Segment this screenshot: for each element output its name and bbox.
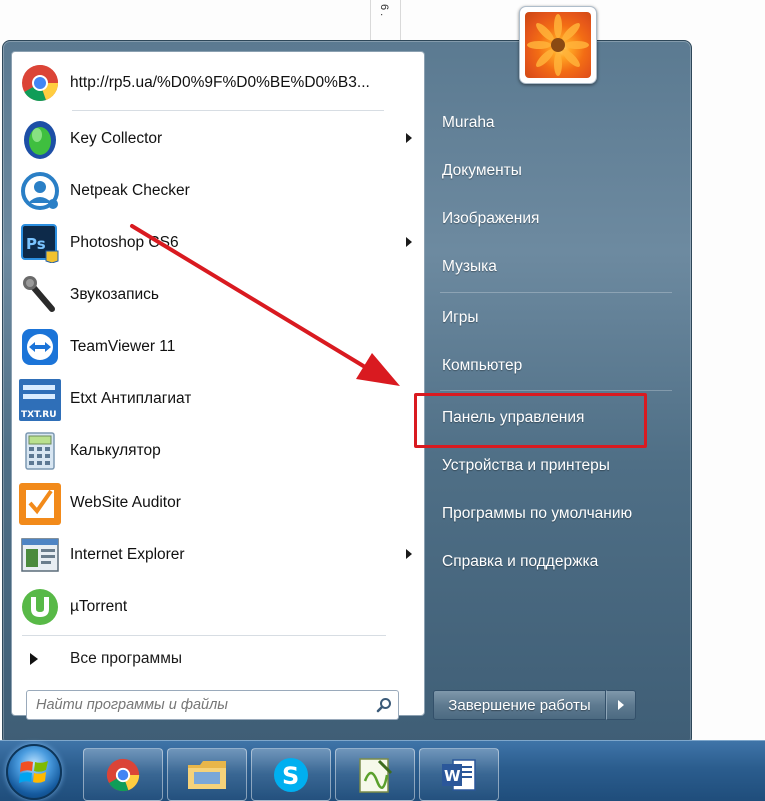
right-menu-user-folder[interactable]: Muraha <box>434 105 674 141</box>
divider <box>72 110 384 111</box>
microphone-icon <box>18 273 62 317</box>
expand-arrow-icon <box>30 653 38 665</box>
user-account-picture[interactable] <box>519 6 597 84</box>
program-item-photoshop[interactable]: Ps Photoshop CS6 <box>18 218 418 268</box>
program-item-utorrent[interactable]: µTorrent <box>18 582 418 632</box>
right-menu-music[interactable]: Музыка <box>434 249 674 285</box>
right-menu-help-support[interactable]: Справка и поддержка <box>434 544 674 580</box>
taskbar-chrome-button[interactable] <box>83 748 163 801</box>
svg-text:Ps: Ps <box>26 235 46 253</box>
etxt-badge-text: TXT.RU <box>21 410 57 420</box>
program-item-netpeak-checker[interactable]: Netpeak Checker <box>18 166 418 216</box>
program-item-sound-recorder[interactable]: Звукозапись <box>18 270 418 320</box>
search-input[interactable] <box>27 692 370 718</box>
word-icon: W <box>442 758 476 791</box>
svg-text:W: W <box>444 767 461 785</box>
submenu-arrow-icon[interactable] <box>406 133 412 143</box>
right-menu-computer[interactable]: Компьютер <box>434 348 674 384</box>
program-label: TeamViewer 11 <box>70 338 176 355</box>
taskbar-word-button[interactable]: W <box>419 748 499 801</box>
right-menu-default-programs[interactable]: Программы по умолчанию <box>434 496 674 532</box>
program-item-calculator[interactable]: Калькулятор <box>18 426 418 476</box>
divider <box>22 635 386 636</box>
right-menu-devices-printers[interactable]: Устройства и принтеры <box>434 448 674 484</box>
windows-logo-icon <box>19 761 48 783</box>
right-menu-divider <box>440 292 672 293</box>
submenu-arrow-icon[interactable] <box>406 549 412 559</box>
skype-icon: S <box>274 757 308 792</box>
right-menu-games[interactable]: Игры <box>434 300 674 336</box>
file-explorer-icon <box>188 760 226 789</box>
right-menu-pictures[interactable]: Изображения <box>434 201 674 237</box>
background-divider <box>370 0 371 40</box>
program-label: Photoshop CS6 <box>70 234 179 251</box>
teamviewer-icon <box>18 325 62 369</box>
utorrent-icon <box>18 585 62 629</box>
program-label: µTorrent <box>70 598 128 615</box>
program-label: Калькулятор <box>70 442 161 459</box>
internet-explorer-icon <box>18 533 62 577</box>
all-programs-button[interactable]: Все программы <box>24 644 182 674</box>
taskbar-skype-button[interactable]: S <box>251 748 331 801</box>
photoshop-icon: Ps <box>18 221 62 265</box>
shutdown-options-button[interactable] <box>606 690 636 720</box>
background-margin-mark: 6 . <box>378 4 390 17</box>
notepad-plus-plus-icon <box>359 757 393 793</box>
program-item-chrome-link[interactable]: http://rp5.ua/%D0%9F%D0%BE%D0%B3... <box>18 58 418 108</box>
start-button[interactable] <box>6 744 62 800</box>
program-item-teamviewer[interactable]: TeamViewer 11 <box>18 322 418 372</box>
chrome-icon <box>106 758 140 791</box>
program-label: Netpeak Checker <box>70 182 190 199</box>
control-panel-highlight <box>414 393 647 448</box>
calculator-icon <box>18 429 62 473</box>
program-label: Internet Explorer <box>70 546 185 563</box>
program-item-key-collector[interactable]: Key Collector <box>18 114 418 164</box>
taskbar-notepad-plus-plus-button[interactable] <box>335 748 415 801</box>
start-menu-programs-pane: http://rp5.ua/%D0%9F%D0%BE%D0%B3... Key … <box>11 51 425 716</box>
submenu-arrow-icon[interactable] <box>406 237 412 247</box>
program-label: Etxt Антиплагиат <box>70 390 192 407</box>
all-programs-label: Все программы <box>70 650 182 667</box>
program-label: http://rp5.ua/%D0%9F%D0%BE%D0%B3... <box>70 74 370 91</box>
program-item-website-auditor[interactable]: WebSite Auditor <box>18 478 418 528</box>
program-item-internet-explorer[interactable]: Internet Explorer <box>18 530 418 580</box>
svg-text:S: S <box>282 762 299 790</box>
program-item-etxt-antiplagiat[interactable]: TXT.RU Etxt Антиплагиат <box>18 374 418 424</box>
key-collector-icon <box>18 117 62 161</box>
program-label: Звукозапись <box>70 286 160 303</box>
user-photo <box>525 12 591 78</box>
shutdown-button[interactable]: Завершение работы <box>433 690 606 720</box>
chrome-icon <box>18 61 62 105</box>
search-box[interactable] <box>26 690 399 720</box>
search-icon[interactable] <box>370 692 398 718</box>
background-divider <box>400 0 401 40</box>
etxt-icon: TXT.RU <box>18 377 62 421</box>
program-label: Key Collector <box>70 130 163 147</box>
website-auditor-icon <box>18 481 62 525</box>
chevron-right-icon <box>618 700 624 710</box>
right-menu-divider <box>440 390 672 391</box>
program-label: WebSite Auditor <box>70 494 181 511</box>
netpeak-checker-icon <box>18 169 62 213</box>
taskbar-file-explorer-button[interactable] <box>167 748 247 801</box>
right-menu-documents[interactable]: Документы <box>434 153 674 189</box>
